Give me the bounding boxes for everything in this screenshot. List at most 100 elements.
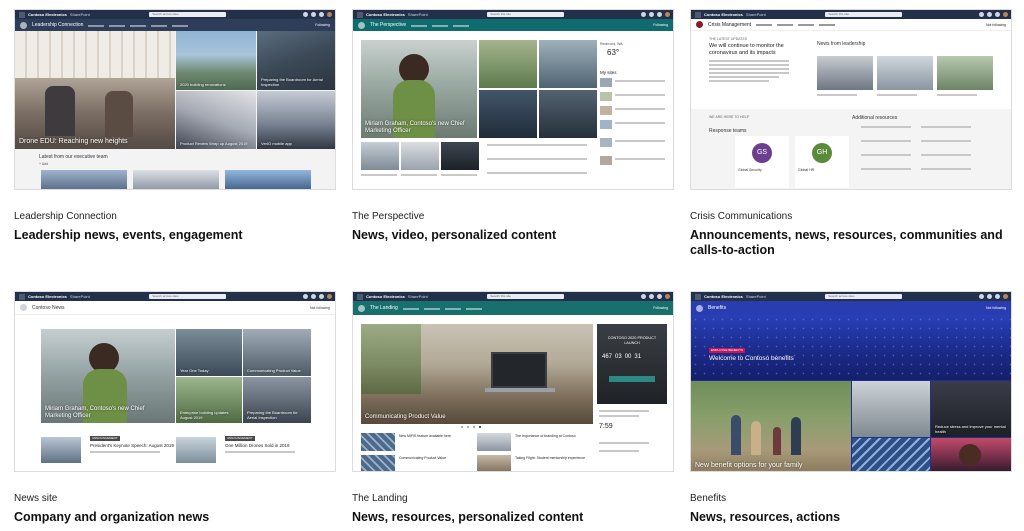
tile-image-portrait xyxy=(931,438,1011,471)
list-thumb-2 xyxy=(600,156,612,165)
app-name: SharePoint xyxy=(407,294,428,299)
site-title: The Landing xyxy=(370,305,398,311)
news-line-3 xyxy=(937,94,977,96)
story-image-1 xyxy=(361,433,395,451)
site-thumb-2 xyxy=(600,92,612,101)
hero-image: Miriam Graham, Contoso's new Chief Marke… xyxy=(361,40,477,138)
team-name-1: Global Security xyxy=(738,168,762,172)
tile-caption-wellness: Reduce stress and improve your mental he… xyxy=(935,424,1006,434)
suite-icons xyxy=(979,294,1008,299)
search-box: Search across sites xyxy=(149,12,227,17)
story-image-2 xyxy=(477,433,511,451)
weather-temp: 63° xyxy=(607,48,620,57)
card-description: News, video, personalized content xyxy=(352,228,557,242)
tile-image-3 xyxy=(479,90,537,138)
follow-status: Not following xyxy=(309,305,330,310)
tile-caption-1: 2020 building renovations xyxy=(180,82,226,87)
card-description: Announcements, news, resources, communit… xyxy=(690,228,1003,257)
site-title: Leadership Connection xyxy=(32,22,84,28)
side-line-1 xyxy=(599,410,649,412)
side-line-2 xyxy=(599,415,639,417)
list-line-3 xyxy=(487,172,587,174)
thumbnail-benefits[interactable]: Contoso Electronics SharePoint Search ac… xyxy=(690,291,1012,472)
suite-bar: Contoso Electronics SharePoint Search ac… xyxy=(15,10,335,19)
announcement-badge-2: ANNOUNCEMENT xyxy=(225,436,255,441)
site-header: Benefits Not following xyxy=(691,301,1011,315)
video-line-3 xyxy=(441,174,477,176)
story-image-3 xyxy=(361,455,395,471)
app-launcher-icon xyxy=(357,293,363,300)
tile-image-2 xyxy=(539,40,597,88)
hero-image: Miriam Graham, Contoso's new Chief Marke… xyxy=(41,329,175,423)
thumbnail-the-perspective[interactable]: Contoso Electronics SharePoint Search th… xyxy=(352,9,674,190)
video-image-3 xyxy=(441,142,479,170)
news-line-2 xyxy=(877,94,917,96)
tile-image-4: VerIO mobile app xyxy=(257,91,335,149)
suite-icons xyxy=(979,12,1008,17)
list-line-1 xyxy=(487,144,587,146)
site-header: Leadership Connection Following xyxy=(15,19,335,31)
resource-line-6 xyxy=(921,154,971,156)
news-image-3 xyxy=(937,56,993,90)
org-name: Contoso Electronics xyxy=(366,12,405,17)
site-logo xyxy=(358,304,365,312)
tile-image-2: Preparing the Boardroom for Aerial Inspe… xyxy=(257,31,335,90)
resource-line-7 xyxy=(861,168,911,170)
org-name: Contoso Electronics xyxy=(704,12,743,17)
tile-caption-3: Product Review Wrap up August 2019 xyxy=(180,141,248,146)
body-line-6 xyxy=(709,80,769,82)
news-image-2 xyxy=(877,56,933,90)
org-name: Contoso Electronics xyxy=(366,294,405,299)
thumbnail-leadership-connection[interactable]: Contoso Electronics SharePoint Search ac… xyxy=(14,9,336,190)
tile-image-gym xyxy=(852,381,930,437)
story-title-2: The importance of branding at Contoso xyxy=(515,434,576,438)
site-logo xyxy=(696,304,703,312)
event-panel: CONTOSO 2020 PRODUCT LAUNCH 467 03 00 31 xyxy=(597,324,667,404)
list-line-5 xyxy=(615,158,665,160)
side-line-4 xyxy=(599,450,639,452)
tile-caption-2: Preparing the Boardroom for Aerial Inspe… xyxy=(261,77,323,87)
story-image-4 xyxy=(477,455,511,471)
site-thumb-4 xyxy=(600,120,612,129)
thumbnail-news-site[interactable]: Contoso Electronics SharePoint Search ac… xyxy=(14,291,336,472)
site-header: The Perspective Following xyxy=(353,19,673,31)
list-thumb-1 xyxy=(600,138,612,147)
site-title: Benefits xyxy=(708,305,727,311)
news-heading: News from leadership xyxy=(817,41,866,47)
tile-caption-3: Enterprise building updates August 2019 xyxy=(180,410,229,420)
hero-title: Welcome to Contoso benefits xyxy=(709,355,794,362)
tile-image-4: Preparing the Boardroom for Aerial Inspe… xyxy=(243,377,311,423)
story-title-3: Communicating Product Value xyxy=(399,456,447,460)
event-title: CONTOSO 2020 PRODUCT LAUNCH xyxy=(607,336,657,345)
follow-status: Not following xyxy=(985,306,1006,310)
hero-caption: Miriam Graham, Contoso's new Chief Marke… xyxy=(365,121,465,134)
add-link: + Add xyxy=(39,162,49,166)
thumbnail-crisis-communications[interactable]: Contoso Electronics SharePoint Search th… xyxy=(690,9,1012,190)
app-launcher-icon xyxy=(19,293,25,300)
site-title: Crisis Management xyxy=(708,21,752,28)
card-title: The Landing xyxy=(352,493,408,504)
thumbnail-the-landing[interactable]: Contoso Electronics SharePoint Search th… xyxy=(352,291,674,472)
site-thumb-1 xyxy=(600,78,612,87)
headline: We will continue to monitor the coronavi… xyxy=(709,43,784,56)
tile-image-family: New benefit options for your family xyxy=(691,381,851,471)
list-line-2 xyxy=(487,158,587,160)
event-button[interactable] xyxy=(609,376,655,382)
carousel-dots[interactable] xyxy=(461,426,481,428)
app-launcher-icon xyxy=(695,11,701,18)
hero-caption: Drone EDU: Reaching new heights xyxy=(19,138,128,145)
org-name: Contoso Electronics xyxy=(704,294,743,299)
app-name: SharePoint xyxy=(407,12,428,17)
site-nav xyxy=(411,24,470,27)
org-name: Contoso Electronics xyxy=(28,294,67,299)
latest-label: THE LATEST UPDATES xyxy=(709,37,748,41)
tile-image-1 xyxy=(479,40,537,88)
app-name: SharePoint xyxy=(745,12,766,17)
site-header: The Landing Following xyxy=(353,301,673,315)
news-image-2 xyxy=(133,170,219,189)
help-label: WE ARE HERE TO HELP xyxy=(709,115,750,119)
search-box: Search this site xyxy=(487,12,565,17)
hero-caption: Communicating Product Value xyxy=(365,414,446,420)
countdown-minutes: 00 xyxy=(624,354,632,360)
tile-image-2: Communicating Product Value xyxy=(243,329,311,376)
